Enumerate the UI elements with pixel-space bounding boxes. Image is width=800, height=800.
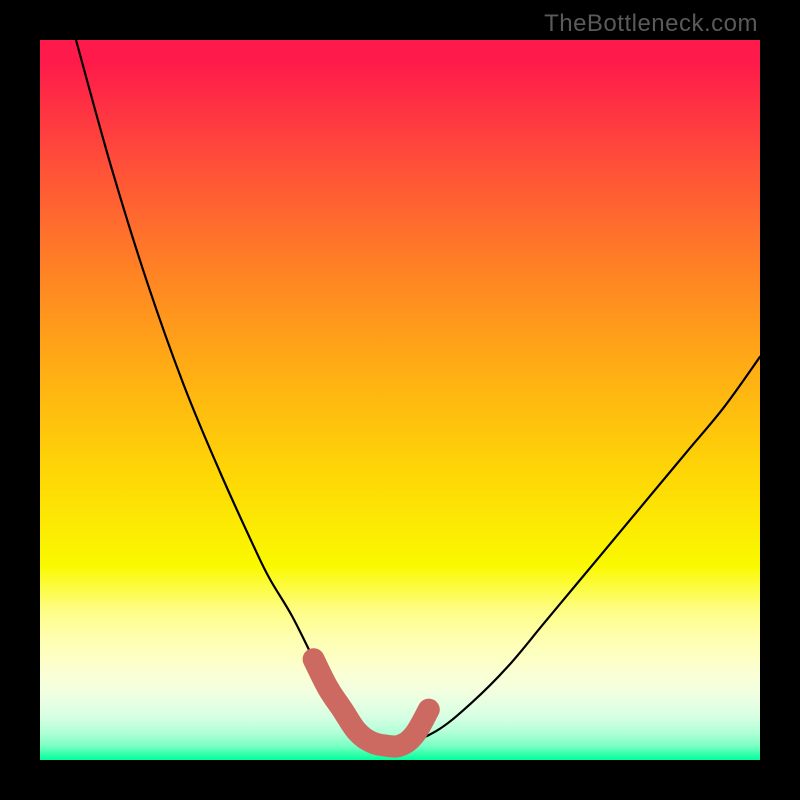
chart-container: TheBottleneck.com xyxy=(0,0,800,800)
watermark-text: TheBottleneck.com xyxy=(544,10,758,38)
optimal-zone-highlight xyxy=(314,659,429,746)
plot-area xyxy=(40,40,760,760)
bottleneck-curve xyxy=(76,40,760,748)
curve-svg xyxy=(40,40,760,760)
